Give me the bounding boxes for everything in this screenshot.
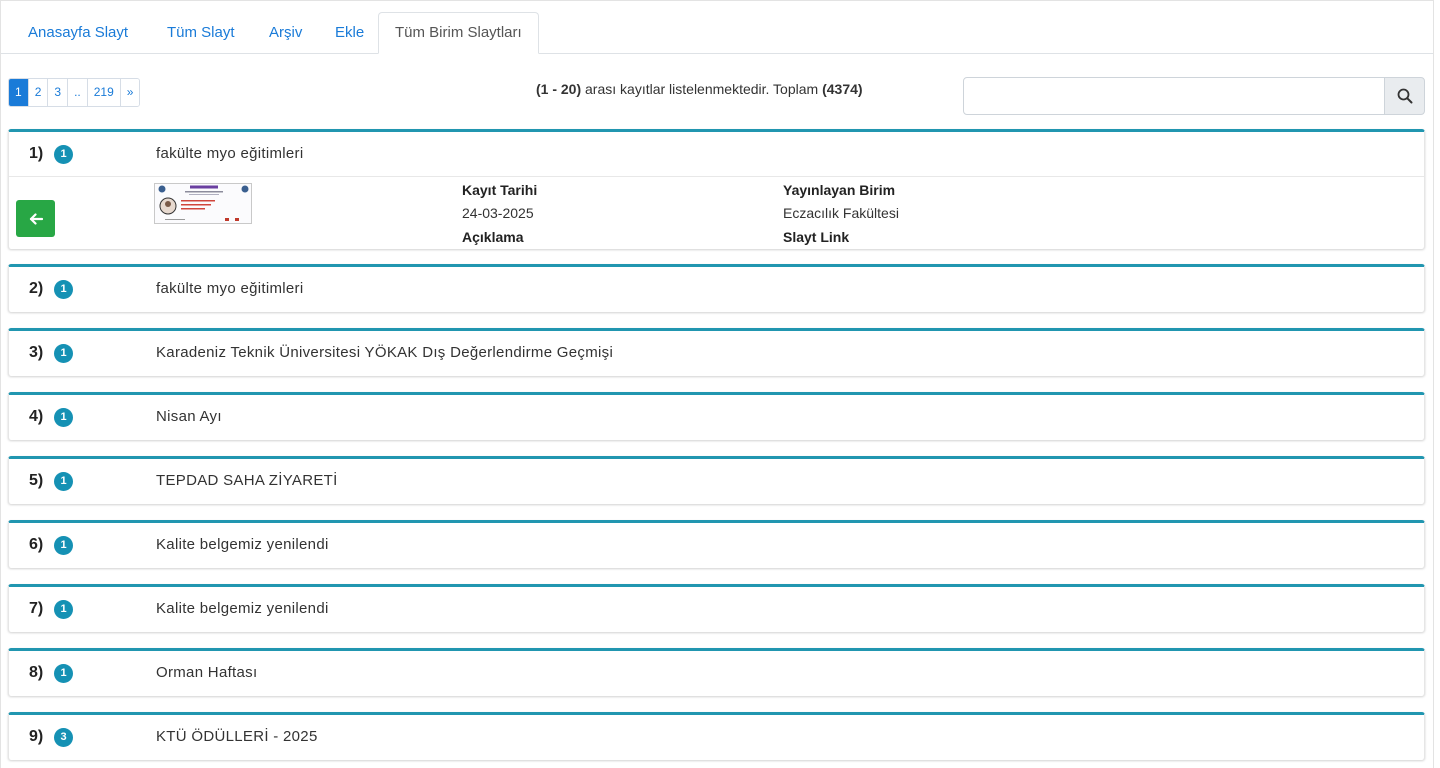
slide-count-badge: 3	[54, 728, 73, 747]
record-number: 8)	[29, 664, 44, 681]
record-number: 4)	[29, 408, 44, 425]
slide-thumbnail[interactable]	[154, 183, 252, 224]
record-number: 1)	[29, 145, 44, 162]
record-card: 2) 1 fakülte myo eğitimleri	[8, 264, 1425, 312]
slide-count-badge: 1	[54, 145, 73, 164]
record-card: 8) 1 Orman Haftası	[8, 648, 1425, 696]
back-button[interactable]	[16, 200, 55, 237]
record-title: Orman Haftası	[156, 664, 258, 681]
record-header[interactable]: 1) 1 fakülte myo eğitimleri	[9, 132, 1424, 176]
search-icon	[1397, 88, 1412, 104]
record-number: 3)	[29, 344, 44, 361]
record-header[interactable]: 7) 1 Kalite belgemiz yenilendi	[9, 587, 1424, 631]
tab-arsiv[interactable]: Arşiv	[269, 12, 302, 54]
page-1[interactable]: 1	[9, 79, 29, 106]
slide-count-badge: 1	[54, 344, 73, 363]
slide-link-label[interactable]: Slayt Link	[783, 229, 849, 245]
slide-count-badge: 1	[54, 280, 73, 299]
page-ellipsis[interactable]: ..	[68, 79, 88, 106]
record-header[interactable]: 3) 1 Karadeniz Teknik Üniversitesi YÖKAK…	[9, 331, 1424, 375]
record-card: 6) 1 Kalite belgemiz yenilendi	[8, 520, 1425, 568]
slide-count-badge: 1	[54, 600, 73, 619]
description-label: Açıklama	[462, 229, 524, 245]
record-card: 9) 3 KTÜ ÖDÜLLERİ - 2025	[8, 712, 1425, 760]
slide-count-badge: 1	[54, 664, 73, 683]
slide-count-badge: 1	[54, 408, 73, 427]
record-card: 1) 1 fakülte myo eğitimleri Kayıt Tarihi…	[8, 129, 1425, 249]
summary-text: arası kayıtlar listelenmektedir. Toplam	[581, 81, 823, 97]
record-title: Nisan Ayı	[156, 408, 222, 425]
search-button[interactable]	[1384, 77, 1425, 115]
record-number: 9)	[29, 728, 44, 745]
record-header[interactable]: 5) 1 TEPDAD SAHA ZİYARETİ	[9, 459, 1424, 503]
record-title: TEPDAD SAHA ZİYARETİ	[156, 472, 338, 489]
record-card: 3) 1 Karadeniz Teknik Üniversitesi YÖKAK…	[8, 328, 1425, 376]
date-value: 24-03-2025	[462, 205, 534, 221]
record-title: Kalite belgemiz yenilendi	[156, 536, 329, 553]
record-header[interactable]: 4) 1 Nisan Ayı	[9, 395, 1424, 439]
record-header[interactable]: 6) 1 Kalite belgemiz yenilendi	[9, 523, 1424, 567]
record-title: Kalite belgemiz yenilendi	[156, 600, 329, 617]
nav-tabs: Anasayfa Slayt Tüm Slayt Arşiv Ekle Tüm …	[1, 12, 1433, 54]
record-card: 5) 1 TEPDAD SAHA ZİYARETİ	[8, 456, 1425, 504]
unit-label: Yayınlayan Birim	[783, 182, 896, 198]
record-header[interactable]: 8) 1 Orman Haftası	[9, 651, 1424, 695]
slide-count-badge: 1	[54, 536, 73, 555]
record-detail: Kayıt Tarihi 24-03-2025 Açıklama Yayınla…	[9, 176, 1424, 247]
page-219[interactable]: 219	[87, 79, 121, 106]
date-label: Kayıt Tarihi	[462, 182, 538, 198]
tab-anasayfa-slayt[interactable]: Anasayfa Slayt	[28, 12, 128, 54]
record-title: fakülte myo eğitimleri	[156, 145, 304, 162]
record-number: 2)	[29, 280, 44, 297]
record-card: 4) 1 Nisan Ayı	[8, 392, 1425, 440]
record-number: 7)	[29, 600, 44, 617]
record-title: Karadeniz Teknik Üniversitesi YÖKAK Dış …	[156, 344, 614, 361]
unit-value: Eczacılık Fakültesi	[783, 205, 899, 221]
page-next[interactable]: »	[120, 79, 140, 106]
record-title: fakülte myo eğitimleri	[156, 280, 304, 297]
summary-total: (4374)	[822, 81, 863, 97]
record-number: 5)	[29, 472, 44, 489]
slide-count-badge: 1	[54, 472, 73, 491]
pagination: 1 2 3 .. 219 »	[8, 78, 141, 107]
tab-tum-slayt[interactable]: Tüm Slayt	[167, 12, 235, 54]
tab-tum-birim-slaytlari[interactable]: Tüm Birim Slaytları	[378, 12, 539, 54]
summary-range: (1 - 20)	[536, 81, 582, 97]
record-header[interactable]: 2) 1 fakülte myo eğitimleri	[9, 267, 1424, 311]
record-card: 7) 1 Kalite belgemiz yenilendi	[8, 584, 1425, 632]
search-input[interactable]	[963, 77, 1385, 115]
record-title: KTÜ ÖDÜLLERİ - 2025	[156, 728, 318, 745]
page-3[interactable]: 3	[48, 79, 69, 106]
records-summary: (1 - 20) arası kayıtlar listelenmektedir…	[536, 81, 863, 97]
page-2[interactable]: 2	[28, 79, 49, 106]
tab-ekle[interactable]: Ekle	[335, 12, 364, 54]
record-number: 6)	[29, 536, 44, 553]
arrow-left-icon	[29, 212, 43, 225]
record-header[interactable]: 9) 3 KTÜ ÖDÜLLERİ - 2025	[9, 715, 1424, 759]
